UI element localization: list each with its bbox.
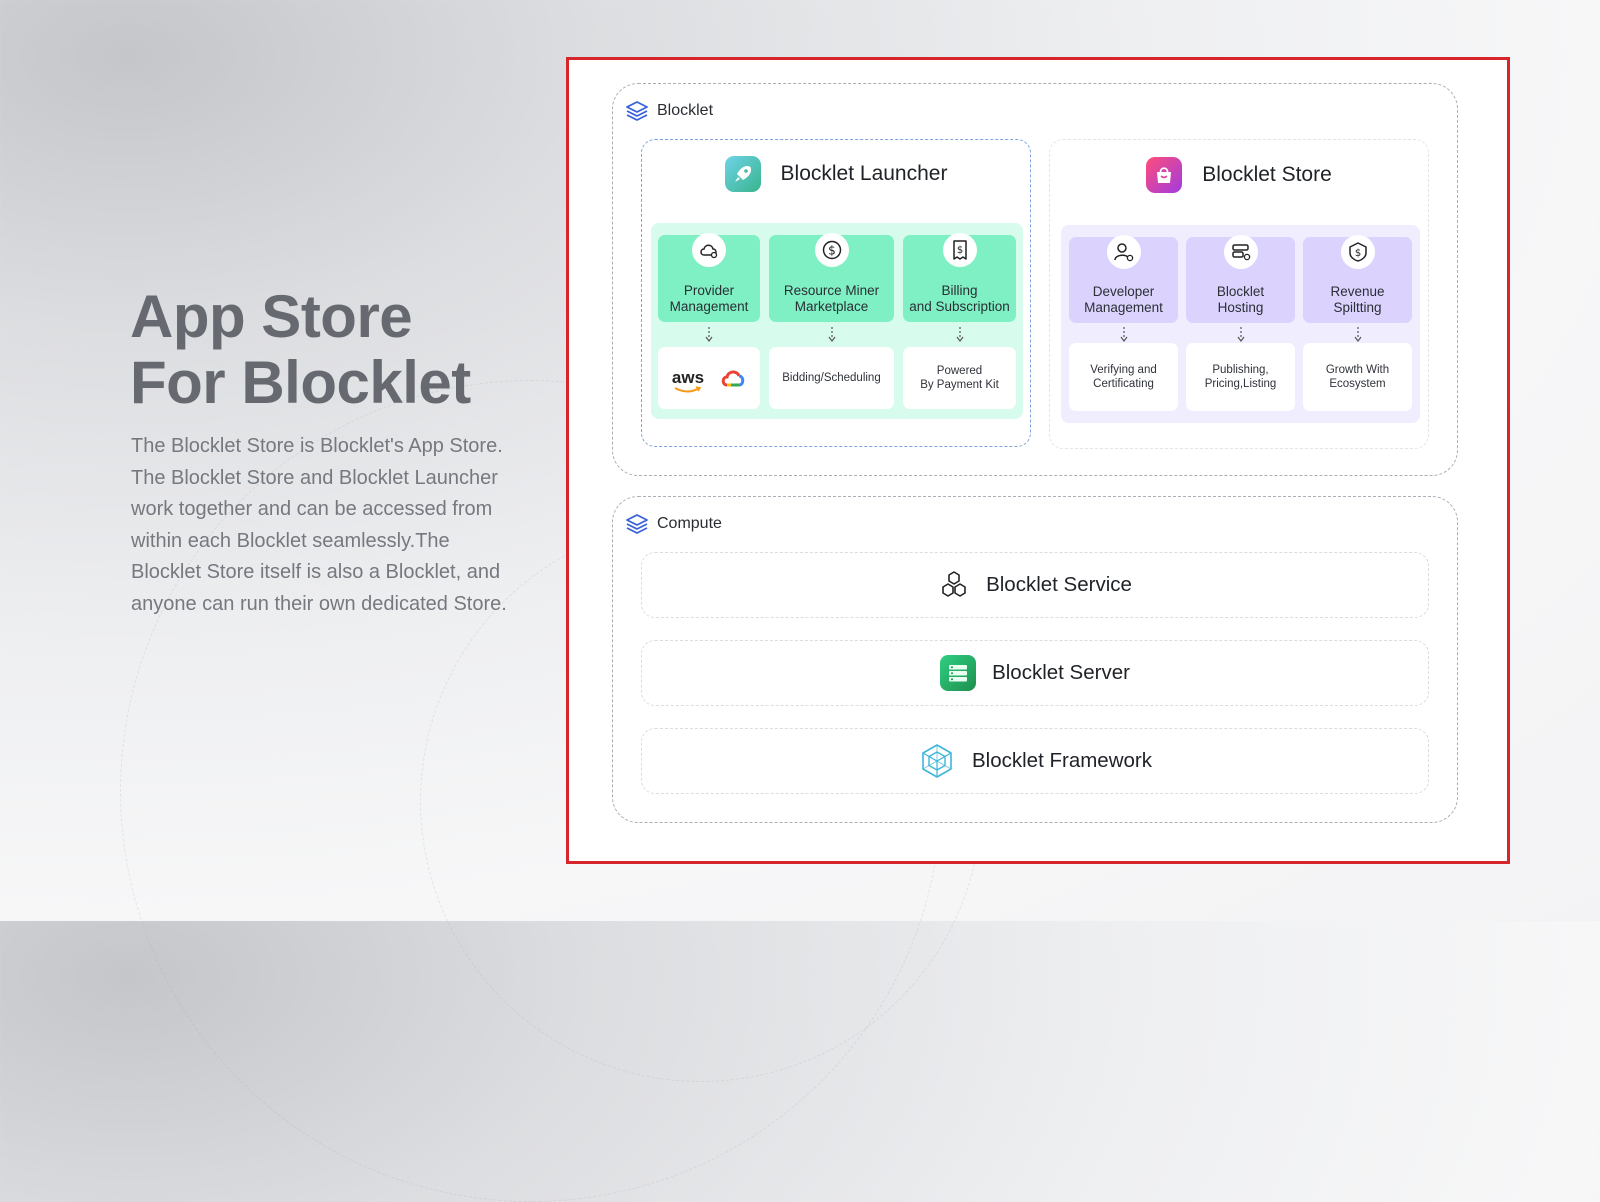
blocklet-framework-label: Blocklet Framework (972, 749, 1152, 772)
page-title: App Store For Blocklet (130, 284, 471, 416)
blocklet-store-panel: Blocklet Store Developer Management Verif… (1049, 139, 1429, 449)
publishing-card: Publishing, Pricing,Listing (1186, 343, 1295, 411)
down-arrow-icon (828, 327, 835, 342)
down-arrow-icon (1237, 327, 1244, 342)
tile-label: Billing and Subscription (909, 283, 1010, 314)
title-line-1: App Store (130, 283, 413, 350)
resource-miner-column: $ Resource Miner Marketplace Bidding/Sche… (769, 223, 894, 419)
framework-cube-icon (922, 744, 952, 778)
down-arrow-icon (1354, 327, 1361, 342)
page-description: The Blocklet Store is Blocklet's App Sto… (131, 431, 551, 620)
blocklet-section-label: Blocklet (657, 102, 714, 119)
blocklet-launcher-panel: Blocklet Launcher Provider Management aws (641, 139, 1031, 447)
bidding-scheduling-card: Bidding/Scheduling (769, 347, 894, 409)
tile-label: Provider Management (669, 283, 749, 314)
tile-label: Developer Management (1084, 284, 1163, 315)
layers-icon (626, 101, 648, 121)
tile-label: Revenue Spiltting (1330, 284, 1385, 315)
blocklet-service-row: Blocklet Service (641, 552, 1429, 618)
dollar-coin-icon: $ (814, 233, 849, 267)
blocklet-service-label: Blocklet Service (986, 573, 1132, 596)
down-arrow-icon (956, 327, 963, 342)
description-line: Blocklet Store itself is also a Blocklet… (131, 561, 501, 583)
dollar-shield-icon: $ (1340, 235, 1375, 269)
description-line: within each Blocklet seamlessly.The (131, 529, 450, 552)
down-arrow-icon (1120, 327, 1127, 342)
description-line: The Blocklet Store and Blocklet Launcher (131, 466, 498, 489)
receipt-icon: $ (942, 233, 977, 267)
blocklet-framework-row: Blocklet Framework (641, 728, 1429, 794)
hexagons-icon (942, 571, 966, 597)
blocklet-server-label: Blocklet Server (992, 661, 1130, 684)
layers-icon (626, 514, 648, 534)
user-gear-icon (1106, 235, 1141, 269)
payment-kit-card: Powered By Payment Kit (903, 347, 1016, 409)
shopping-bag-icon (1146, 157, 1183, 193)
verifying-card: Verifying and Certificating (1069, 343, 1178, 411)
blocklet-launcher-header: Blocklet Launcher (642, 156, 1030, 192)
compute-section-label: Compute (657, 515, 722, 532)
revenue-splitting-tile: $ Revenue Spiltting (1303, 235, 1412, 323)
growth-ecosystem-card: Growth With Ecosystem (1303, 343, 1412, 411)
google-cloud-icon (721, 370, 745, 387)
cloud-providers-card: aws (658, 347, 760, 409)
architecture-diagram: Blocklet Blocklet Launcher Provider Mana… (566, 57, 1510, 864)
description-line: The Blocklet Store is Blocklet's App Sto… (131, 435, 503, 457)
resource-miner-tile: $ Resource Miner Marketplace (769, 233, 894, 322)
billing-tile: $ Billing and Subscription (903, 233, 1016, 322)
down-arrow-icon (705, 327, 713, 342)
blocklet-launcher-title: Blocklet Launcher (780, 162, 948, 185)
svg-text:$: $ (828, 244, 836, 258)
server-stack-icon (940, 655, 977, 691)
aws-logo-icon: aws (672, 369, 704, 393)
tile-label: Blocklet Hosting (1216, 284, 1265, 315)
description-line: work together and can be accessed from (131, 498, 493, 520)
svg-text:$: $ (956, 245, 962, 256)
blocklet-server-row: Blocklet Server (641, 640, 1429, 706)
compute-section: Compute Blocklet Service Blocklet Server (612, 496, 1458, 823)
compute-section-header: Compute (625, 513, 722, 535)
revenue-splitting-column: $ Revenue Spiltting Growth With Ecosystem (1303, 225, 1412, 423)
server-gear-icon (1223, 235, 1258, 269)
blocklet-section: Blocklet Blocklet Launcher Provider Mana… (612, 83, 1458, 476)
svg-text:$: $ (1354, 248, 1360, 259)
description-line: anyone can run their own dedicated Store… (131, 592, 507, 615)
provider-management-tile: Provider Management (658, 233, 760, 322)
blocklet-hosting-tile: Blocklet Hosting (1186, 235, 1295, 323)
provider-management-column: Provider Management aws (658, 223, 760, 419)
cloud-gear-icon (692, 233, 726, 267)
store-feature-area: Developer Management Verifying and Certifi… (1061, 225, 1420, 423)
developer-management-column: Developer Management Verifying and Certifi… (1069, 225, 1178, 423)
launcher-feature-area: Provider Management aws $ Resource Miner… (651, 223, 1023, 419)
blocklet-section-header: Blocklet (625, 100, 713, 122)
rocket-icon (724, 156, 761, 192)
blocklet-hosting-column: Blocklet Hosting Publishing, Pricing,Listi… (1186, 225, 1295, 423)
developer-management-tile: Developer Management (1069, 235, 1178, 323)
blocklet-store-header: Blocklet Store (1050, 157, 1428, 193)
billing-column: $ Billing and Subscription Powered By Paym… (903, 223, 1016, 419)
tile-label: Resource Miner Marketplace (783, 283, 880, 314)
title-line-2: For Blocklet (130, 349, 471, 416)
blocklet-store-title: Blocklet Store (1202, 163, 1332, 186)
